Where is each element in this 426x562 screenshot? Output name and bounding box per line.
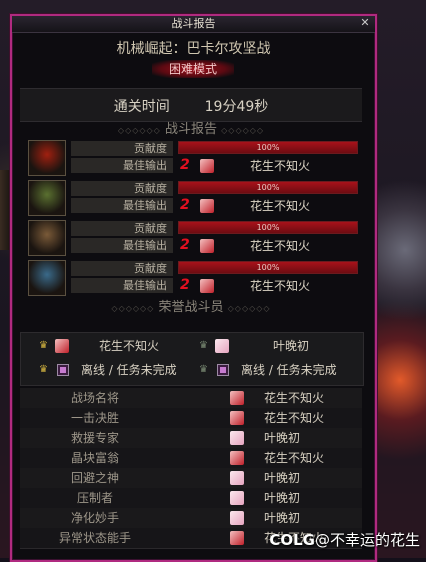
top-output-name: 花生不知火 bbox=[250, 199, 311, 213]
award-title: 战场名将 bbox=[70, 391, 119, 405]
contribution-percent: 100% bbox=[256, 183, 280, 192]
rank-number: 2 bbox=[180, 157, 190, 173]
contribution-percent: 100% bbox=[256, 143, 280, 152]
difficulty-mode-badge: 困难模式 bbox=[152, 60, 234, 78]
honor-cell-name: 花生不知火 bbox=[99, 339, 160, 353]
top-output-label: 最佳输出 bbox=[71, 278, 173, 293]
background-pillar bbox=[0, 170, 10, 250]
award-row: 战场名将 花生不知火 bbox=[20, 388, 362, 409]
clear-time-panel: 通关时间 19分49秒 bbox=[20, 88, 362, 122]
honor-section-title: ◇◇◇◇◇◇ 荣誉战斗员 ◇◇◇◇◇◇ bbox=[111, 300, 271, 315]
award-row: 压制者 叶晚初 bbox=[20, 488, 362, 509]
award-row: 救援专家 叶晚初 bbox=[20, 428, 362, 449]
player-report-row: 贡献度 100% 最佳输出 2 花生不知火 bbox=[28, 140, 358, 176]
avatar-icon bbox=[230, 411, 244, 425]
top-output-name: 花生不知火 bbox=[250, 159, 311, 173]
avatar-icon bbox=[200, 239, 214, 253]
award-player-name: 花生不知火 bbox=[264, 391, 325, 405]
clear-time-text: 通关时间 19分49秒 bbox=[20, 96, 362, 116]
contribution-bar: 100% bbox=[178, 261, 358, 274]
rank-number: 2 bbox=[180, 277, 190, 293]
avatar-icon bbox=[230, 491, 244, 505]
award-title: 异常状态能手 bbox=[58, 531, 131, 545]
avatar-icon bbox=[230, 471, 244, 485]
award-row: 晶块富翁 花生不知火 bbox=[20, 448, 362, 469]
top-output-name: 花生不知火 bbox=[250, 279, 311, 293]
contribution-bar: 100% bbox=[178, 141, 358, 154]
close-icon[interactable]: ✕ bbox=[359, 17, 371, 29]
class-portrait-icon bbox=[28, 220, 66, 256]
window-title: 战斗报告 bbox=[171, 17, 216, 30]
colg-watermark: COLG@不幸运的花生 bbox=[269, 529, 420, 550]
contribution-bar: 100% bbox=[178, 181, 358, 194]
player-report-row: 贡献度 100% 最佳输出 2 花生不知火 bbox=[28, 180, 358, 216]
top-output-label: 最佳输出 bbox=[71, 238, 173, 253]
clear-time-label: 通关时间 bbox=[113, 99, 170, 115]
contribution-percent: 100% bbox=[256, 263, 280, 272]
avatar-icon bbox=[230, 511, 244, 525]
battle-report-heading: 战斗报告 bbox=[164, 122, 217, 137]
award-title: 晶块富翁 bbox=[70, 451, 119, 465]
contribution-percent: 100% bbox=[256, 223, 280, 232]
avatar-icon bbox=[55, 339, 69, 353]
award-row: 回避之神 叶晚初 bbox=[20, 468, 362, 489]
avatar-icon bbox=[230, 451, 244, 465]
contribution-label: 贡献度 bbox=[71, 221, 173, 236]
battle-report-section-title: ◇◇◇◇◇◇ 战斗报告 ◇◇◇◇◇◇ bbox=[117, 122, 265, 137]
window-titlebar[interactable]: 战斗报告 ✕ bbox=[12, 16, 375, 33]
award-player-name: 花生不知火 bbox=[264, 451, 325, 465]
offline-status-icon bbox=[217, 364, 229, 376]
award-row: 净化妙手 叶晚初 bbox=[20, 508, 362, 529]
crown-icon: ♛ bbox=[39, 364, 48, 375]
avatar-icon bbox=[230, 531, 244, 545]
award-title: 压制者 bbox=[76, 491, 113, 505]
top-output-label: 最佳输出 bbox=[71, 198, 173, 213]
award-title: 净化妙手 bbox=[70, 511, 119, 525]
class-portrait-icon bbox=[28, 260, 66, 296]
contribution-label: 贡献度 bbox=[71, 261, 173, 276]
top-output-name: 花生不知火 bbox=[250, 239, 311, 253]
honor-panel: ♛ 花生不知火 ♛ 叶晚初 ♛ 离线 / 任务未完成 ♛ 离线 / 任务未完成 bbox=[20, 332, 364, 386]
award-player-name: 叶晚初 bbox=[264, 491, 301, 505]
top-output-label: 最佳输出 bbox=[71, 158, 173, 173]
rank-number: 2 bbox=[180, 197, 190, 213]
clear-time-value: 19分49秒 bbox=[204, 99, 269, 115]
honor-cell-status: 离线 / 任务未完成 bbox=[81, 363, 177, 377]
award-player-name: 叶晚初 bbox=[264, 471, 301, 485]
avatar-icon bbox=[230, 391, 244, 405]
honor-cell-name: 叶晚初 bbox=[273, 339, 310, 353]
class-portrait-icon bbox=[28, 140, 66, 176]
award-title: 一击决胜 bbox=[70, 411, 119, 425]
class-portrait-icon bbox=[28, 180, 66, 216]
award-title: 救援专家 bbox=[70, 431, 119, 445]
award-player-name: 叶晚初 bbox=[264, 511, 301, 525]
avatar-icon bbox=[200, 199, 214, 213]
honor-cell-status: 离线 / 任务未完成 bbox=[241, 363, 337, 377]
avatar-icon bbox=[215, 339, 229, 353]
award-title: 回避之神 bbox=[70, 471, 119, 485]
honor-heading: 荣誉战斗员 bbox=[158, 300, 224, 315]
award-player-name: 叶晚初 bbox=[264, 431, 301, 445]
battle-report-window: 战斗报告 ✕ 机械崛起：巴卡尔攻坚战 困难模式 通关时间 19分49秒 ◇◇◇◇… bbox=[10, 14, 377, 562]
contribution-label: 贡献度 bbox=[71, 141, 173, 156]
crown-icon: ♛ bbox=[199, 340, 208, 351]
contribution-label: 贡献度 bbox=[71, 181, 173, 196]
avatar-icon bbox=[230, 431, 244, 445]
contribution-bar: 100% bbox=[178, 221, 358, 234]
player-report-row: 贡献度 100% 最佳输出 2 花生不知火 bbox=[28, 220, 358, 256]
offline-status-icon bbox=[57, 364, 69, 376]
watermark-brand: COLG bbox=[269, 531, 315, 549]
crown-icon: ♛ bbox=[39, 340, 48, 351]
crown-icon: ♛ bbox=[199, 364, 208, 375]
award-row: 一击决胜 花生不知火 bbox=[20, 408, 362, 429]
avatar-icon bbox=[200, 159, 214, 173]
award-player-name: 花生不知火 bbox=[264, 411, 325, 425]
player-report-row: 贡献度 100% 最佳输出 2 花生不知火 bbox=[28, 260, 358, 296]
rank-number: 2 bbox=[180, 237, 190, 253]
avatar-icon bbox=[200, 279, 214, 293]
dungeon-name: 机械崛起：巴卡尔攻坚战 bbox=[116, 41, 271, 57]
watermark-handle: @不幸运的花生 bbox=[314, 531, 420, 549]
